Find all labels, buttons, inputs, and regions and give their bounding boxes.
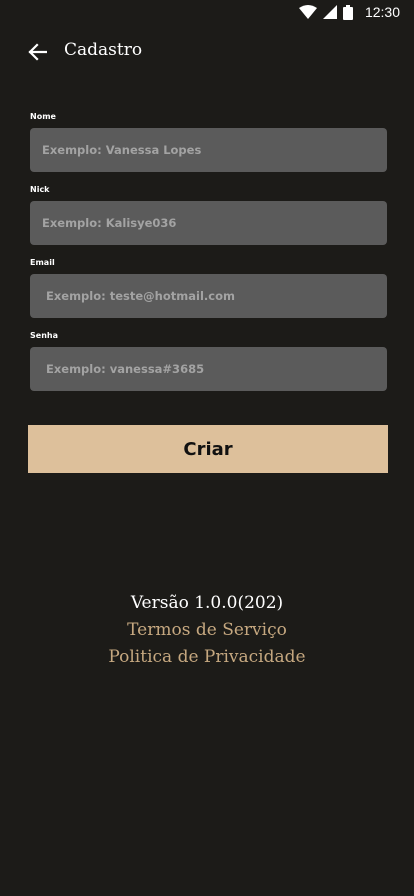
privacy-link[interactable]: Politica de Privacidade bbox=[0, 644, 414, 671]
signal-icon bbox=[322, 5, 337, 19]
terms-link[interactable]: Termos de Serviço bbox=[0, 617, 414, 644]
status-bar: 12:30 bbox=[0, 0, 414, 24]
wifi-icon bbox=[298, 5, 317, 19]
name-label: Nome bbox=[30, 112, 56, 121]
version-text: Versão 1.0.0(202) bbox=[130, 593, 284, 613]
email-label: Email bbox=[30, 258, 55, 267]
back-button[interactable] bbox=[22, 38, 52, 66]
page-title: Cadastro bbox=[64, 40, 143, 60]
arrow-back-icon bbox=[28, 43, 47, 61]
status-time: 12:30 bbox=[364, 4, 400, 20]
password-input[interactable] bbox=[30, 347, 387, 391]
nick-input[interactable] bbox=[30, 201, 387, 245]
nick-label: Nick bbox=[30, 185, 50, 194]
status-icons: 12:30 bbox=[298, 4, 400, 20]
footer: Versão 1.0.0(202) Termos de Serviço Poli… bbox=[0, 590, 414, 671]
battery-icon bbox=[342, 4, 353, 20]
create-button[interactable]: Criar bbox=[28, 425, 388, 473]
email-input[interactable] bbox=[30, 274, 387, 318]
name-input[interactable] bbox=[30, 128, 387, 172]
app-bar: Cadastro bbox=[0, 28, 414, 76]
password-label: Senha bbox=[30, 331, 58, 340]
